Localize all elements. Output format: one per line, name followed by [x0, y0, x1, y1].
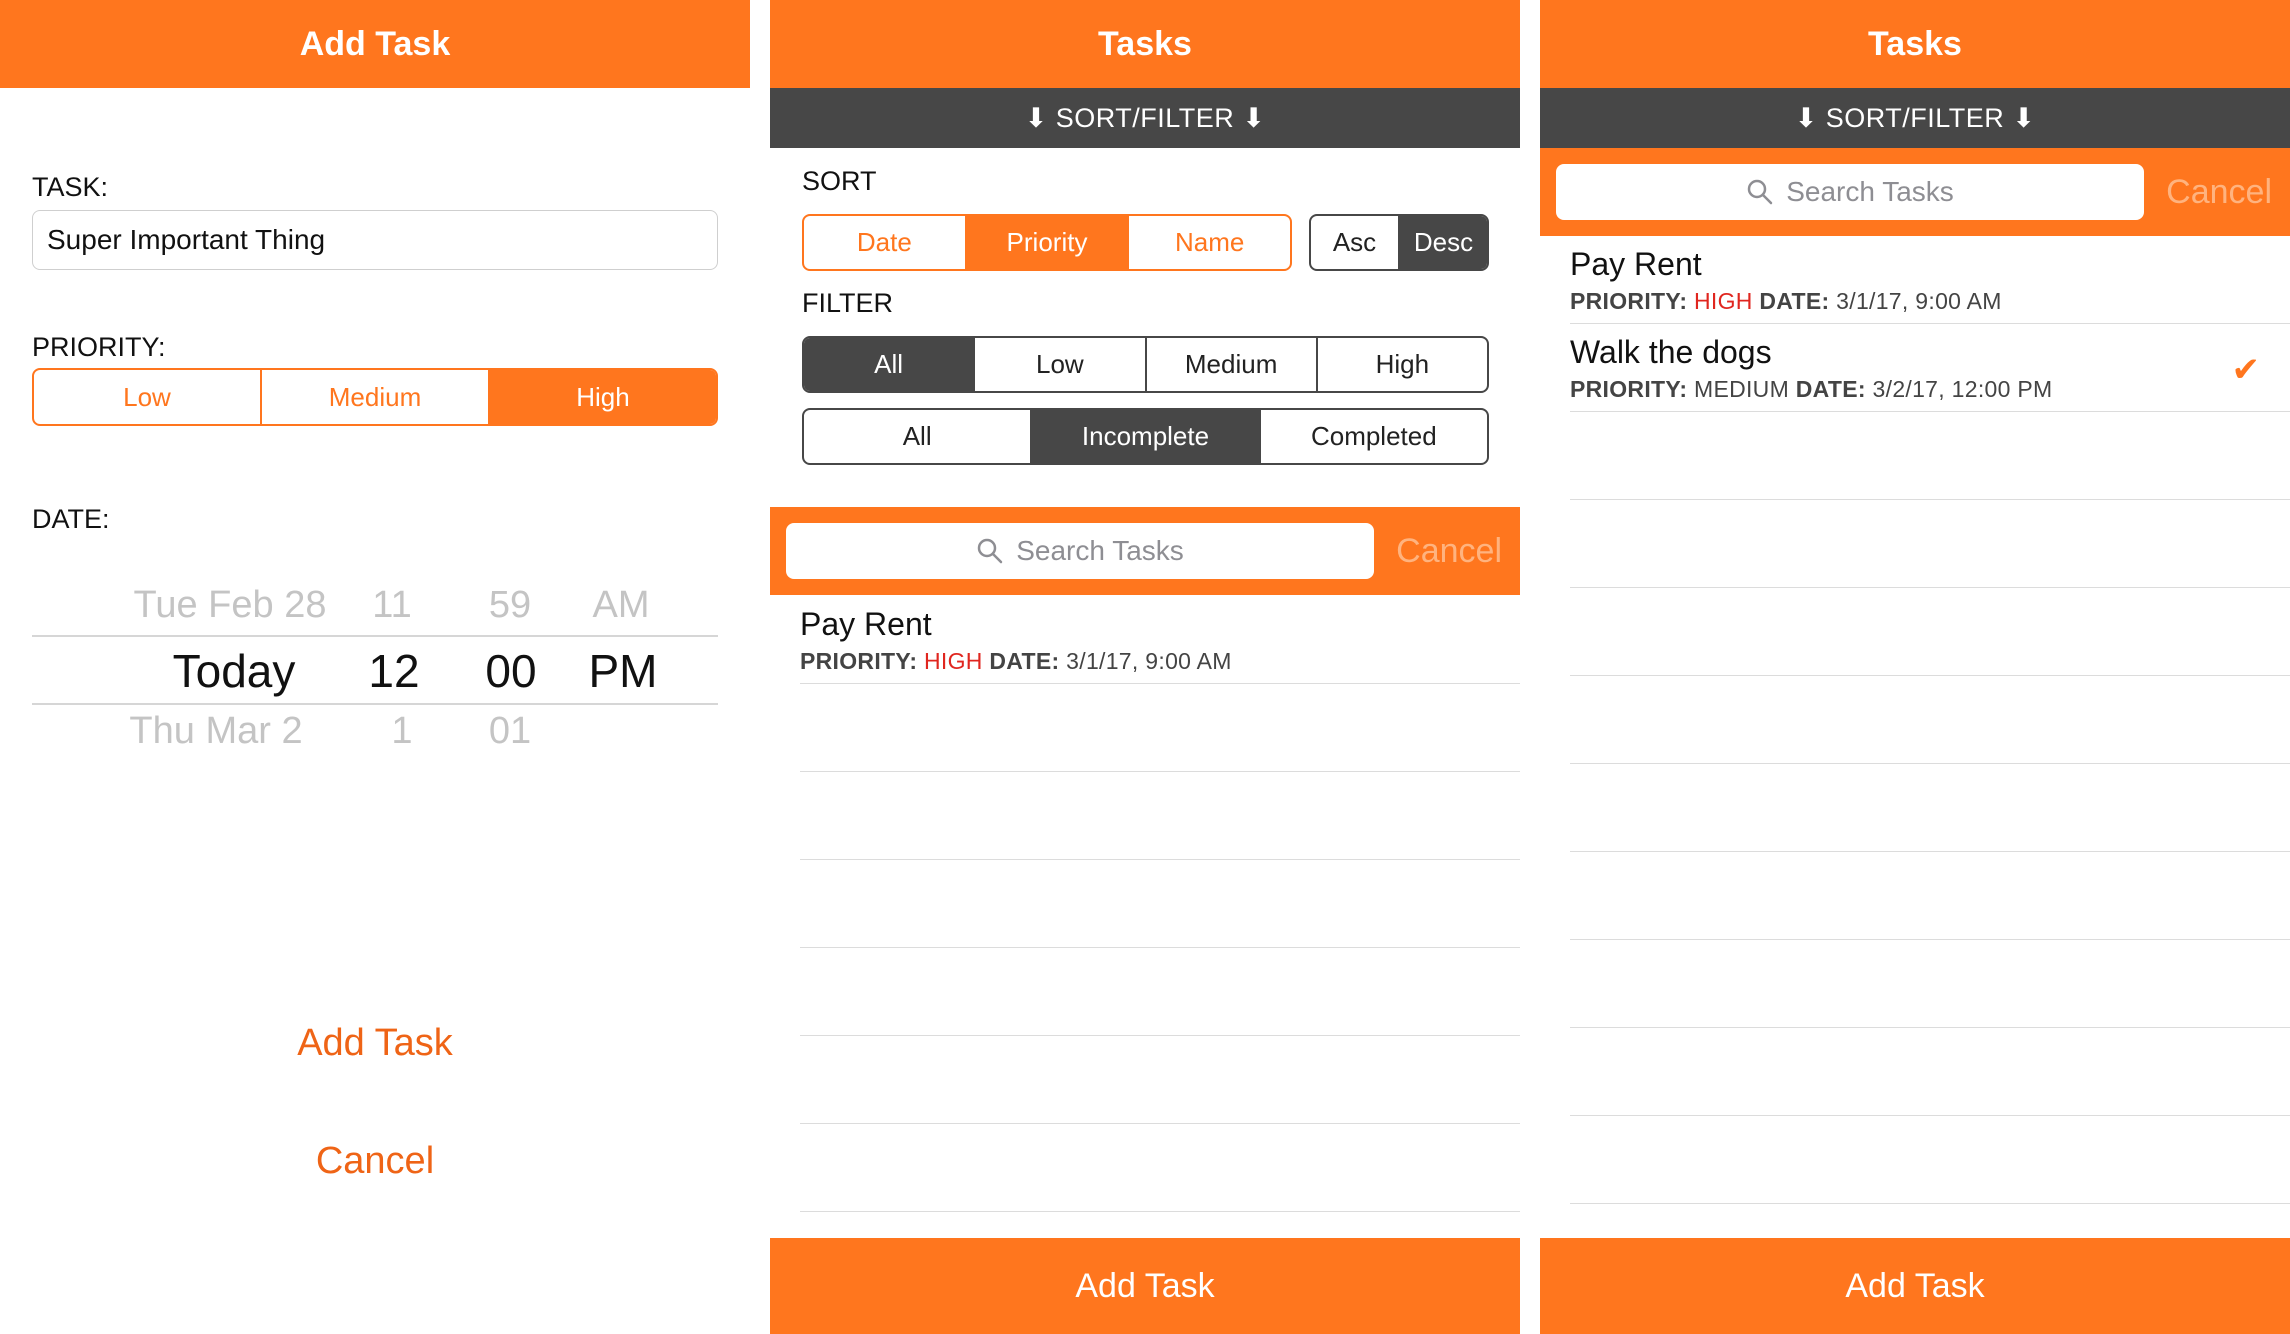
task-row[interactable]: Pay Rent PRIORITY: HIGH DATE: 3/1/17, 9:… — [1570, 236, 2290, 324]
status-filter-control: All Incomplete Completed — [802, 408, 1489, 465]
picker-selection-line-bottom — [32, 703, 718, 705]
tasks-filter-screen: Tasks ⬇ SORT/FILTER ⬇ SORT Date Priority… — [770, 0, 1520, 1334]
task-meta: PRIORITY: HIGH DATE: 3/1/17, 9:00 AM — [800, 648, 1232, 675]
task-meta: PRIORITY: MEDIUM DATE: 3/2/17, 12:00 PM — [1570, 376, 2053, 403]
filter-status-incomplete[interactable]: Incomplete — [1032, 410, 1261, 463]
sort-label: SORT — [802, 166, 877, 196]
picker-ampm-current[interactable]: PM — [589, 644, 658, 698]
priority-key: PRIORITY: — [800, 648, 918, 674]
picker-day-current[interactable]: Today — [173, 644, 296, 698]
empty-row — [1570, 852, 2290, 940]
date-key: DATE: — [1759, 288, 1830, 314]
filter-priority-high[interactable]: High — [1318, 338, 1487, 391]
search-icon — [1747, 179, 1773, 205]
picker-minute-next[interactable]: 01 — [489, 710, 531, 753]
priority-label: PRIORITY: — [32, 332, 166, 362]
search-input[interactable]: Search Tasks — [786, 523, 1374, 579]
empty-row — [1570, 500, 2290, 588]
sort-segmented-control: Date Priority Name — [802, 214, 1292, 271]
task-name-field[interactable]: Super Important Thing — [32, 210, 718, 270]
search-icon — [977, 538, 1003, 564]
priority-option-low[interactable]: Low — [34, 370, 262, 424]
picker-hour-current[interactable]: 12 — [368, 644, 419, 698]
picker-day-prev[interactable]: Tue Feb 28 — [134, 584, 327, 627]
picker-hour-next[interactable]: 1 — [391, 710, 412, 753]
priority-segmented-control: Low Medium High — [32, 368, 718, 426]
sort-option-priority[interactable]: Priority — [966, 216, 1130, 269]
nav-title: Add Task — [0, 0, 750, 88]
priority-value: HIGH — [1693, 288, 1753, 314]
sort-option-date[interactable]: Date — [804, 216, 967, 269]
add-task-button[interactable]: Add Task — [0, 1022, 750, 1065]
empty-row — [1570, 1028, 2290, 1116]
cancel-button[interactable]: Cancel — [0, 1140, 750, 1183]
tasks-screen: Tasks ⬇ SORT/FILTER ⬇ Search Tasks Cance… — [1540, 0, 2290, 1334]
order-segmented-control: Asc Desc — [1309, 214, 1489, 271]
date-key: DATE: — [1795, 376, 1866, 402]
sort-option-name[interactable]: Name — [1129, 216, 1290, 269]
empty-row — [1570, 676, 2290, 764]
task-meta: PRIORITY: HIGH DATE: 3/1/17, 9:00 AM — [1570, 288, 2002, 315]
empty-row — [1570, 588, 2290, 676]
order-option-desc[interactable]: Desc — [1400, 216, 1487, 269]
task-row[interactable]: Walk the dogs PRIORITY: MEDIUM DATE: 3/2… — [1570, 324, 2290, 412]
priority-value: HIGH — [923, 648, 983, 674]
date-value: 3/2/17, 12:00 PM — [1872, 376, 2053, 402]
search-bar: Search Tasks Cancel — [770, 507, 1520, 595]
search-placeholder: Search Tasks — [1786, 176, 1954, 207]
priority-value: MEDIUM — [1693, 376, 1790, 402]
empty-row — [1570, 940, 2290, 1028]
task-name: Walk the dogs — [1570, 334, 1772, 370]
filter-priority-medium[interactable]: Medium — [1147, 338, 1318, 391]
date-value: 3/1/17, 9:00 AM — [1066, 648, 1232, 674]
task-label: TASK: — [32, 172, 109, 202]
search-placeholder: Search Tasks — [1016, 535, 1184, 566]
priority-option-medium[interactable]: Medium — [262, 370, 490, 424]
task-row[interactable]: Pay Rent PRIORITY: HIGH DATE: 3/1/17, 9:… — [800, 596, 1520, 684]
picker-ampm-prev[interactable]: AM — [593, 584, 650, 627]
search-cancel-button[interactable]: Cancel — [1396, 507, 1502, 595]
picker-minute-prev[interactable]: 59 — [489, 584, 531, 627]
order-option-asc[interactable]: Asc — [1311, 216, 1400, 269]
picker-hour-prev[interactable]: 11 — [372, 584, 411, 627]
sort-filter-toggle[interactable]: ⬇ SORT/FILTER ⬇ — [770, 88, 1520, 148]
add-task-button[interactable]: Add Task — [1540, 1238, 2290, 1334]
filter-label: FILTER — [802, 288, 894, 318]
search-input[interactable]: Search Tasks — [1556, 164, 2144, 220]
search-cancel-button[interactable]: Cancel — [2166, 148, 2272, 236]
date-key: DATE: — [989, 648, 1060, 674]
empty-row — [800, 1036, 1520, 1124]
filter-priority-low[interactable]: Low — [975, 338, 1147, 391]
task-name: Pay Rent — [1570, 246, 1702, 282]
empty-row — [800, 1124, 1520, 1212]
nav-title: Tasks — [770, 0, 1520, 88]
checkmark-icon: ✔ — [2231, 351, 2261, 389]
empty-row — [1570, 1116, 2290, 1204]
nav-title: Tasks — [1540, 0, 2290, 88]
picker-selection-line-top — [32, 635, 718, 637]
empty-row — [1570, 412, 2290, 500]
filter-status-all[interactable]: All — [804, 410, 1033, 463]
date-value: 3/1/17, 9:00 AM — [1836, 288, 2002, 314]
priority-key: PRIORITY: — [1570, 376, 1688, 402]
empty-row — [800, 860, 1520, 948]
priority-key: PRIORITY: — [1570, 288, 1688, 314]
empty-row — [800, 948, 1520, 1036]
task-name: Pay Rent — [800, 606, 932, 642]
date-picker[interactable]: Tue Feb 28 11 59 AM Today 12 00 PM Thu M… — [32, 570, 718, 760]
picker-minute-current[interactable]: 00 — [485, 644, 536, 698]
priority-option-high[interactable]: High — [490, 370, 716, 424]
add-task-button[interactable]: Add Task — [770, 1238, 1520, 1334]
priority-filter-control: All Low Medium High — [802, 336, 1489, 393]
empty-row — [1570, 764, 2290, 852]
empty-row — [800, 772, 1520, 860]
filter-priority-all[interactable]: All — [804, 338, 976, 391]
empty-row — [800, 684, 1520, 772]
picker-day-next[interactable]: Thu Mar 2 — [129, 710, 302, 753]
search-bar: Search Tasks Cancel — [1540, 148, 2290, 236]
date-label: DATE: — [32, 504, 110, 534]
add-task-screen: Add Task TASK: Super Important Thing PRI… — [0, 0, 750, 1334]
sort-filter-toggle[interactable]: ⬇ SORT/FILTER ⬇ — [1540, 88, 2290, 148]
filter-status-completed[interactable]: Completed — [1261, 410, 1487, 463]
